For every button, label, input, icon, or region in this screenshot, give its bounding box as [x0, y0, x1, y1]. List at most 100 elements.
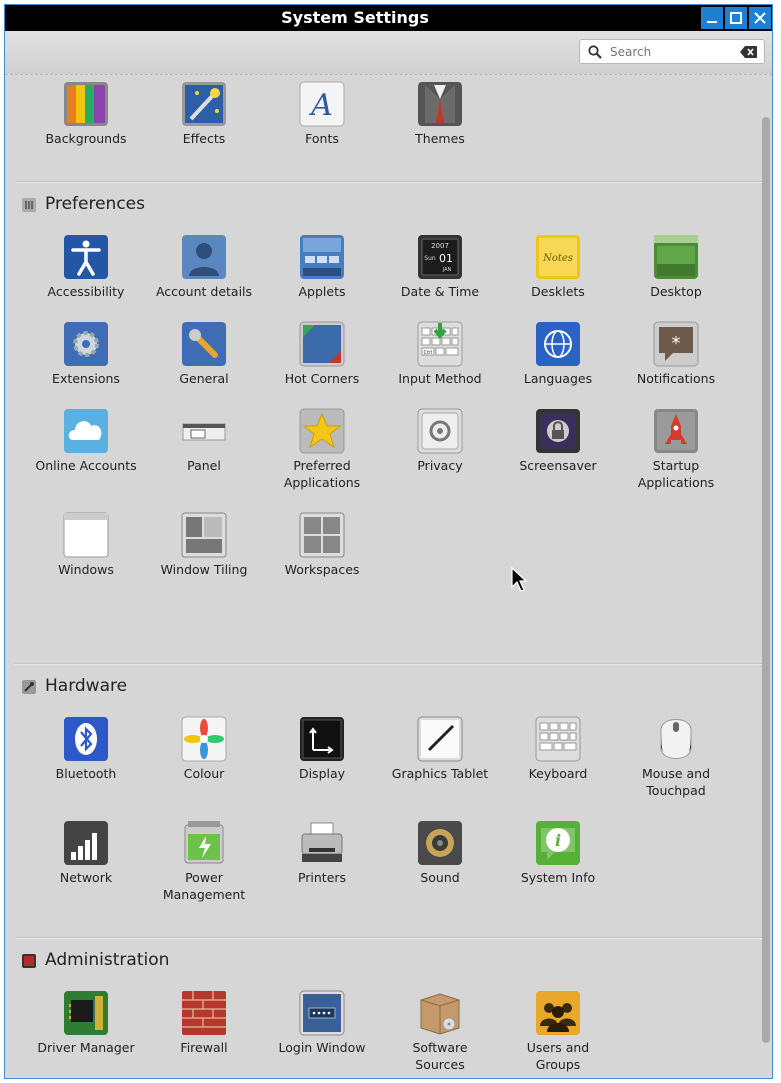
settings-item-notifications[interactable]: * Notifications: [617, 321, 735, 387]
item-label: Themes: [415, 131, 465, 146]
item-label: Bluetooth: [55, 766, 117, 781]
item-label-line2: Management: [162, 887, 246, 902]
item-label-line1: Users and: [526, 1040, 590, 1055]
settings-item-backgrounds[interactable]: Backgrounds: [27, 81, 145, 147]
graphics-tablet-icon: [417, 716, 463, 762]
settings-item-workspaces[interactable]: Workspaces: [263, 512, 381, 578]
backgrounds-icon: [64, 82, 108, 126]
info-icon: i: [536, 821, 580, 865]
item-label-line2: Sources: [415, 1057, 465, 1072]
vertical-scrollbar[interactable]: [762, 117, 770, 1043]
settings-item-screensaver[interactable]: Screensaver: [499, 408, 617, 474]
settings-item-printers[interactable]: Printers: [263, 820, 381, 886]
settings-item-online-accounts[interactable]: Online Accounts: [27, 408, 145, 474]
close-icon: [754, 12, 766, 24]
preferences-section-icon: [22, 198, 36, 212]
settings-item-desklets[interactable]: Notes Desklets: [499, 234, 617, 300]
maximize-button[interactable]: [725, 7, 747, 29]
item-label: Privacy: [417, 458, 463, 473]
chip-icon: [64, 991, 108, 1035]
item-label: Screensaver: [519, 458, 597, 473]
settings-item-extensions[interactable]: Extensions: [27, 321, 145, 387]
settings-item-mouse-touchpad[interactable]: Mouse and Touchpad: [617, 716, 735, 799]
settings-item-hot-corners[interactable]: Hot Corners: [263, 321, 381, 387]
section-separator: [15, 663, 762, 665]
search-input[interactable]: [610, 43, 730, 60]
settings-item-power-management[interactable]: Power Management: [145, 820, 263, 903]
item-label: Notifications: [636, 371, 716, 386]
settings-item-preferred-applications[interactable]: Preferred Applications: [263, 408, 381, 491]
settings-item-startup-applications[interactable]: Startup Applications: [617, 408, 735, 491]
settings-item-network[interactable]: Network: [27, 820, 145, 886]
star-icon: [299, 408, 345, 454]
desklets-icon: Notes: [536, 235, 580, 279]
settings-item-keyboard[interactable]: Keyboard: [499, 716, 617, 782]
item-label-line1: Software: [412, 1040, 468, 1055]
item-label: General: [179, 371, 229, 386]
item-label: Backgrounds: [45, 131, 127, 146]
settings-item-firewall[interactable]: Firewall: [145, 990, 263, 1056]
colour-icon: [181, 716, 227, 762]
settings-item-effects[interactable]: Effects: [145, 81, 263, 147]
settings-item-applets[interactable]: Applets: [263, 234, 381, 300]
clock-icon: 2007 Sun 01 JAN: [418, 235, 462, 279]
settings-item-system-info[interactable]: i System Info: [499, 820, 617, 886]
settings-item-bluetooth[interactable]: Bluetooth: [27, 716, 145, 782]
settings-item-privacy[interactable]: Privacy: [381, 408, 499, 474]
svg-text:A: A: [308, 88, 333, 123]
item-label: Languages: [523, 371, 593, 386]
item-label: Display: [298, 766, 346, 781]
settings-item-colour[interactable]: Colour: [145, 716, 263, 782]
settings-item-software-sources[interactable]: Software Sources: [381, 990, 499, 1073]
settings-item-general[interactable]: General: [145, 321, 263, 387]
settings-item-window-tiling[interactable]: Window Tiling: [145, 512, 263, 578]
settings-item-display[interactable]: Display: [263, 716, 381, 782]
section-separator: [15, 937, 762, 939]
hot-corners-icon: [299, 321, 345, 367]
settings-item-date-time[interactable]: 2007 Sun 01 JAN Date & Time: [381, 234, 499, 300]
hardware-section-icon: [22, 680, 36, 694]
item-label: Login Window: [278, 1040, 366, 1055]
item-label: Extensions: [52, 371, 120, 386]
section-title-preferences: Preferences: [45, 194, 145, 214]
fonts-icon: A: [299, 81, 345, 127]
settings-item-panel[interactable]: Panel: [145, 408, 263, 474]
settings-item-languages[interactable]: Languages: [499, 321, 617, 387]
clear-search-icon[interactable]: [740, 46, 757, 58]
accessibility-icon: [64, 235, 108, 279]
extensions-icon: [64, 322, 108, 366]
settings-item-windows[interactable]: Windows: [27, 512, 145, 578]
users-icon: [536, 991, 580, 1035]
item-label: System Info: [520, 870, 596, 885]
item-label: Effects: [182, 131, 226, 146]
title-bar[interactable]: System Settings: [5, 5, 772, 31]
settings-item-sound[interactable]: Sound: [381, 820, 499, 886]
item-label: Window Tiling: [160, 562, 248, 577]
search-box[interactable]: [579, 39, 765, 64]
settings-item-themes[interactable]: Themes: [381, 81, 499, 147]
settings-item-desktop[interactable]: Desktop: [617, 234, 735, 300]
settings-item-graphics-tablet[interactable]: Graphics Tablet: [381, 716, 499, 782]
item-label: Date & Time: [400, 284, 480, 299]
section-title-administration: Administration: [45, 950, 170, 970]
network-icon: [64, 821, 108, 865]
themes-icon: [418, 82, 462, 126]
settings-item-login-window[interactable]: Login Window: [263, 990, 381, 1056]
minimize-button[interactable]: [701, 7, 723, 29]
maximize-icon: [730, 12, 742, 24]
settings-item-fonts[interactable]: A Fonts: [263, 81, 381, 147]
svg-text:*: *: [672, 333, 681, 354]
toolbar: [5, 31, 772, 75]
settings-item-account-details[interactable]: Account details: [145, 234, 263, 300]
settings-item-driver-manager[interactable]: Driver Manager: [27, 990, 145, 1056]
window-tiling-icon: [181, 512, 227, 558]
desktop-icon: [654, 235, 698, 279]
window-title: System Settings: [281, 8, 429, 27]
item-label-line2: Applications: [637, 475, 715, 490]
calendar-month: JAN: [442, 267, 452, 273]
close-button[interactable]: [749, 7, 771, 29]
settings-item-accessibility[interactable]: Accessibility: [27, 234, 145, 300]
settings-item-input-method[interactable]: Ctrl Input Method: [381, 321, 499, 387]
settings-item-users-groups[interactable]: Users and Groups: [499, 990, 617, 1073]
item-label-line1: Preferred: [293, 458, 351, 473]
